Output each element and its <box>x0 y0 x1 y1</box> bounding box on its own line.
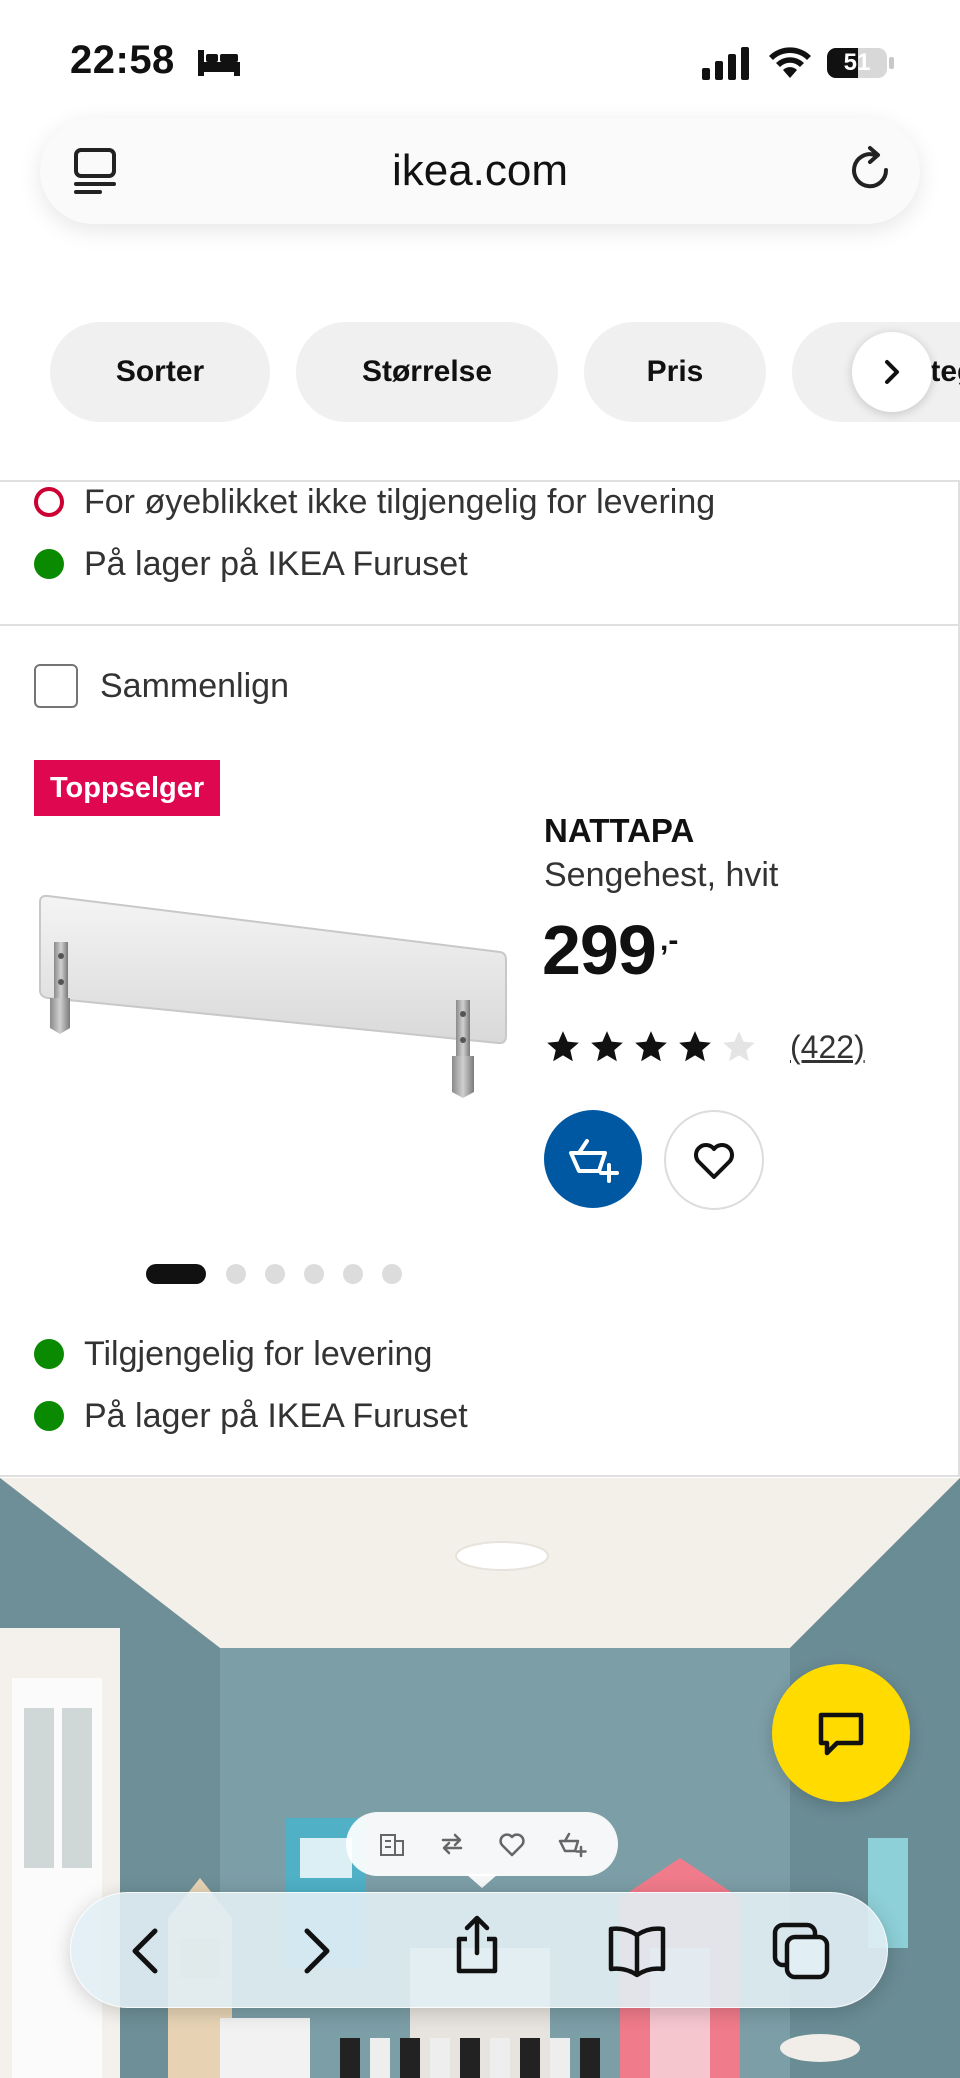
scroll-right-button[interactable] <box>852 332 932 412</box>
filter-chip-size[interactable]: Størrelse <box>296 322 558 422</box>
heart-icon[interactable] <box>497 1829 527 1859</box>
availability-delivery: Tilgjengelig for levering <box>34 1332 432 1376</box>
wifi-icon <box>769 47 811 78</box>
signal-icon <box>702 47 749 80</box>
product-description[interactable]: Sengehest, hvit <box>544 856 778 895</box>
divider <box>0 1475 960 1477</box>
product-image[interactable] <box>34 860 514 1220</box>
star-filled-icon <box>547 1031 579 1062</box>
store-icon[interactable] <box>377 1829 407 1859</box>
add-to-favourites-button[interactable] <box>664 1110 764 1210</box>
add-to-cart-button[interactable] <box>544 1110 642 1208</box>
star-empty-icon <box>723 1031 755 1062</box>
bed-icon <box>198 50 240 76</box>
product-rating[interactable]: (422) <box>544 1028 865 1066</box>
availability-text: For øyeblikket ikke tilgjengelig for lev… <box>84 482 716 521</box>
filter-row: Sorter Størrelse Pris Kategori <box>0 322 960 422</box>
chat-button[interactable] <box>772 1664 910 1802</box>
in-stock-status-icon <box>34 549 64 579</box>
star-filled-icon <box>635 1031 667 1062</box>
availability-text: Tilgjengelig for levering <box>84 1334 433 1373</box>
bookmarks-icon[interactable] <box>605 1919 669 1983</box>
forward-icon[interactable] <box>283 1919 347 1983</box>
checkbox[interactable] <box>34 664 78 708</box>
product-price: 299 <box>542 911 657 989</box>
price-suffix: ,- <box>660 924 679 957</box>
availability-text: På lager på IKEA Furuset <box>84 544 468 583</box>
in-stock-status-icon <box>34 1401 64 1431</box>
availability-store: På lager på IKEA Furuset <box>34 542 468 586</box>
availability-text: På lager på IKEA Furuset <box>84 1396 468 1435</box>
address-bar[interactable]: ikea.com <box>40 118 920 224</box>
cart-icon[interactable] <box>557 1829 587 1859</box>
back-icon[interactable] <box>115 1919 179 1983</box>
availability-delivery: For øyeblikket ikke tilgjengelig for lev… <box>34 480 715 524</box>
status-bar: 22:58 51 <box>0 0 960 110</box>
product-name[interactable]: NATTAPA <box>544 812 694 850</box>
pager-dot[interactable] <box>265 1264 285 1284</box>
mini-toolbar-pointer <box>466 1874 498 1888</box>
pager-dot[interactable] <box>226 1264 246 1284</box>
chevron-right-icon <box>885 360 899 384</box>
battery-level: 51 <box>843 49 871 76</box>
unavailable-status-icon <box>34 487 64 517</box>
availability-store: På lager på IKEA Furuset <box>34 1394 468 1438</box>
heart-icon <box>694 1143 734 1179</box>
pager-dot[interactable] <box>343 1264 363 1284</box>
star-filled-icon <box>591 1031 623 1062</box>
mini-product-toolbar <box>346 1812 618 1876</box>
swap-icon[interactable] <box>437 1829 467 1859</box>
battery-icon: 51 <box>826 46 896 80</box>
chat-icon <box>818 1712 864 1756</box>
url-text[interactable]: ikea.com <box>40 146 920 196</box>
top-seller-badge: Toppselger <box>34 760 221 816</box>
filter-chip-sort[interactable]: Sorter <box>50 322 270 422</box>
rating-count[interactable]: (422) <box>790 1029 865 1066</box>
share-icon[interactable] <box>445 1913 509 1977</box>
divider <box>0 624 960 626</box>
compare-label: Sammenlign <box>100 666 289 705</box>
browser-toolbar <box>70 1892 888 2008</box>
pager-dot-active[interactable] <box>146 1264 206 1284</box>
pager-dot[interactable] <box>382 1264 402 1284</box>
tabs-overview-icon[interactable] <box>769 1919 833 1983</box>
in-stock-status-icon <box>34 1339 64 1369</box>
status-time: 22:58 <box>70 38 175 82</box>
pager-dot[interactable] <box>304 1264 324 1284</box>
cart-add-icon <box>569 1139 619 1183</box>
reload-icon[interactable] <box>842 142 898 198</box>
compare-checkbox[interactable]: Sammenlign <box>34 664 289 708</box>
star-filled-icon <box>679 1031 711 1062</box>
image-pager[interactable] <box>146 1264 421 1284</box>
filter-chip-price[interactable]: Pris <box>584 322 766 422</box>
